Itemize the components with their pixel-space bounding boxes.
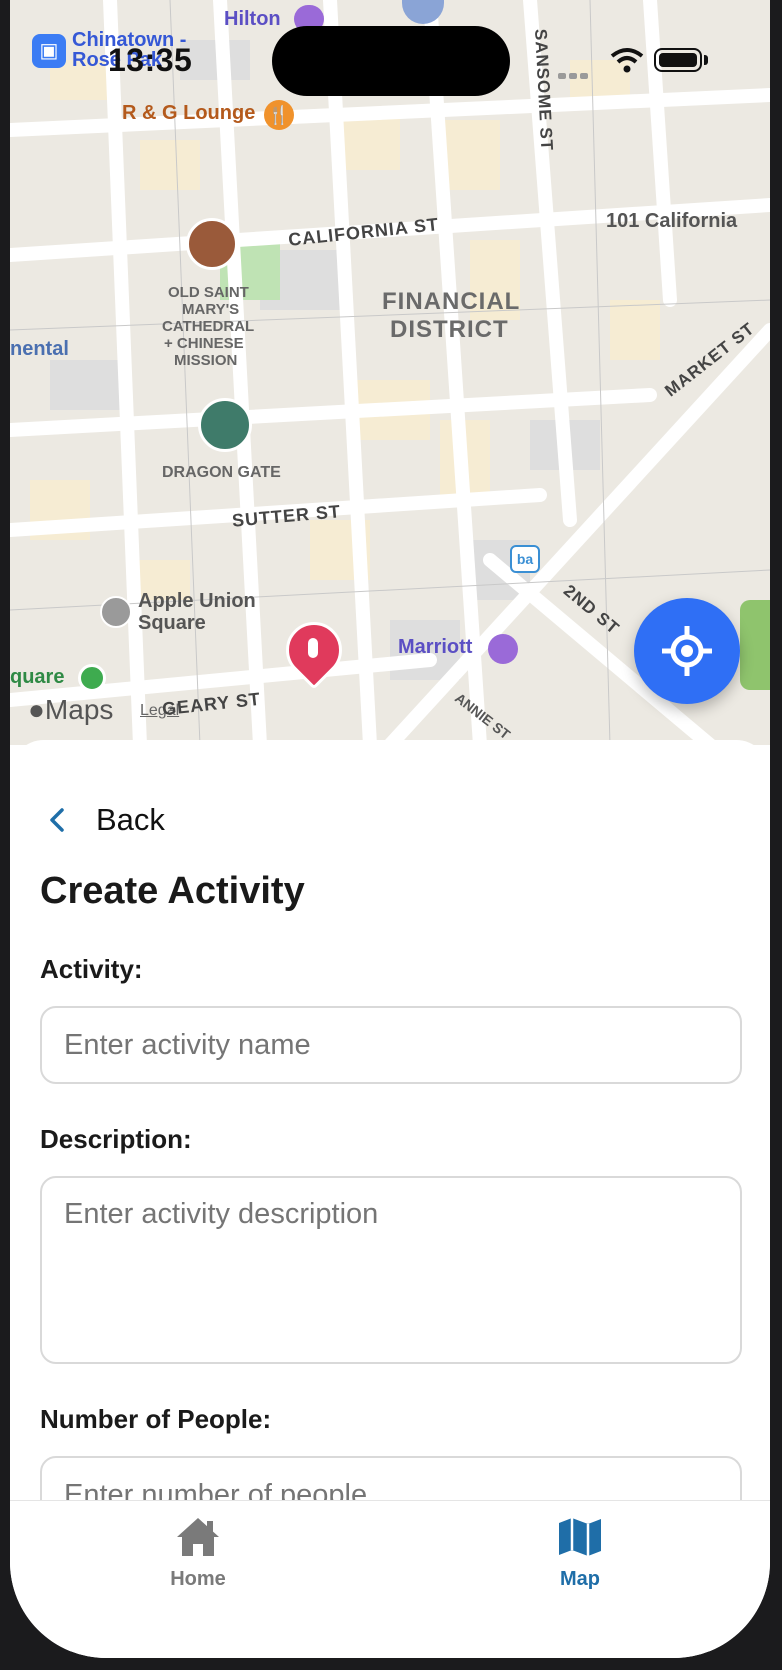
map-label-nental: nental	[10, 338, 69, 360]
poi-label-line3: CATHEDRAL	[162, 318, 255, 335]
crosshair-icon	[662, 626, 712, 676]
poi-label-line2: MARY'S	[182, 301, 240, 318]
status-bar: ▣ Chinatown - Rose Pak 13:35	[10, 0, 770, 110]
district-label-line2: DISTRICT	[390, 316, 509, 343]
district-label-line1: FINANCIAL	[382, 288, 521, 315]
dynamic-island	[272, 26, 510, 96]
map-label-marriott[interactable]: Marriott	[398, 636, 472, 659]
tab-home-label: Home	[170, 1568, 226, 1590]
park-icon	[78, 664, 106, 692]
back-label: Back	[96, 802, 165, 837]
tab-home[interactable]: Home	[138, 1515, 258, 1591]
transit-icon: ▣	[32, 34, 66, 68]
apple-logo-icon: ●	[28, 694, 45, 725]
status-time: 13:35	[108, 42, 193, 78]
page-title: Create Activity	[40, 870, 305, 912]
poi-label-line5: MISSION	[174, 352, 238, 369]
pin-center-icon	[308, 638, 318, 658]
activity-label: Activity:	[40, 954, 143, 984]
battery-icon	[654, 48, 702, 72]
poi-label-line4: + CHINESE	[164, 335, 244, 352]
tab-map[interactable]: Map	[520, 1515, 640, 1591]
map-label-apple-line2[interactable]: Square	[138, 612, 206, 635]
wifi-icon	[610, 48, 644, 73]
dragon-gate-icon[interactable]	[198, 398, 252, 452]
apple-store-icon	[100, 596, 132, 628]
back-button[interactable]: Back	[44, 800, 165, 840]
people-label: Number of People:	[40, 1404, 272, 1434]
tab-bar: Home Map	[10, 1500, 770, 1658]
description-label: Description:	[40, 1124, 192, 1154]
map-label-apple-line1[interactable]: Apple Union	[138, 590, 256, 613]
house-icon	[177, 1518, 219, 1556]
transit-station-icon[interactable]: ba	[510, 545, 540, 573]
maps-brand: Maps	[44, 694, 114, 725]
tab-map-label: Map	[560, 1568, 600, 1590]
activity-description-input[interactable]	[40, 1176, 742, 1364]
phone-screen: Hilton R & G Lounge 🍴 CALIFORNIA ST SANS…	[10, 0, 770, 1658]
map-icon	[559, 1518, 601, 1556]
locate-me-button[interactable]	[634, 598, 740, 704]
device-frame: Hilton R & G Lounge 🍴 CALIFORNIA ST SANS…	[0, 0, 782, 1670]
cathedral-icon[interactable]	[186, 218, 238, 270]
hotel-icon	[488, 634, 518, 664]
map-label-dragon-gate[interactable]: DRAGON GATE	[162, 464, 281, 482]
create-activity-sheet: Back Create Activity Activity: Descripti…	[10, 740, 770, 1534]
map-label-101-california[interactable]: 101 California	[606, 210, 737, 233]
cellular-signal-icon	[558, 66, 602, 79]
map-view[interactable]: Hilton R & G Lounge 🍴 CALIFORNIA ST SANS…	[10, 0, 770, 745]
battery-cap	[704, 55, 708, 65]
apple-maps-logo: ●Maps	[28, 694, 113, 726]
map-label-square: quare	[10, 666, 65, 688]
activity-name-input[interactable]	[40, 1006, 742, 1084]
chevron-left-icon	[50, 808, 64, 832]
poi-label-line1: OLD SAINT	[168, 284, 249, 301]
